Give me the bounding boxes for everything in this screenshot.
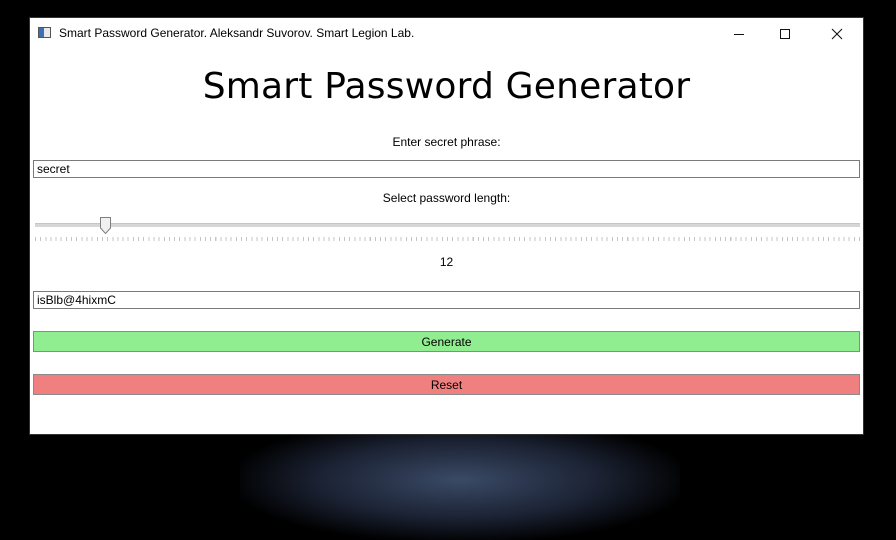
minimize-button[interactable] (716, 18, 762, 50)
app-window: Smart Password Generator. Aleksandr Suvo… (30, 18, 863, 434)
length-slider-track[interactable] (35, 223, 860, 227)
password-length-value: 12 (439, 255, 454, 269)
maximize-icon (780, 29, 790, 39)
password-length-label: Select password length: (382, 191, 511, 205)
generated-password-field[interactable]: isBlb@4hixmC (33, 291, 860, 309)
window-title: Smart Password Generator. Aleksandr Suvo… (59, 26, 415, 40)
length-slider-thumb[interactable] (99, 217, 111, 234)
app-icon (38, 27, 51, 38)
secret-phrase-label: Enter secret phrase: (392, 135, 501, 149)
page-title: Smart Password Generator (202, 66, 691, 107)
close-button[interactable] (814, 18, 860, 50)
length-slider-ticks (35, 237, 860, 241)
generate-button[interactable]: Generate (33, 331, 860, 352)
close-icon (831, 28, 843, 40)
minimize-icon (734, 33, 744, 35)
desktop-wallpaper (240, 420, 680, 540)
maximize-button[interactable] (762, 18, 808, 50)
secret-phrase-input[interactable]: secret (33, 160, 860, 178)
title-bar[interactable]: Smart Password Generator. Aleksandr Suvo… (30, 18, 863, 50)
reset-button[interactable]: Reset (33, 374, 860, 395)
